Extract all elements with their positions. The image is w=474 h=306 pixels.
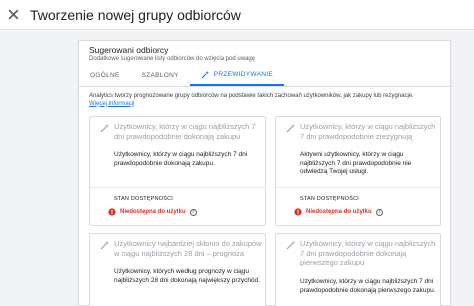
info-text: Analytics tworzy prognozowane grupy odbi… <box>79 87 450 108</box>
divider <box>276 187 440 188</box>
audience-card-top-spenders[interactable]: Użytkownicy najbardziej skłonni do zakup… <box>89 233 266 306</box>
card-title: Użytkownicy, którzy w ciągu najbliższych… <box>300 122 436 141</box>
info-description: Analytics tworzy prognozowane grupy odbi… <box>89 93 414 99</box>
tab-general[interactable]: OGÓLNE <box>79 65 131 86</box>
availability-label: STAN DOSTĘPNOŚCI <box>300 196 360 202</box>
suggested-audiences-panel: Sugerowani odbiorcy Dodatkowe sugerowane… <box>78 40 451 306</box>
header-bar: Tworzenie nowej grupy odbiorców <box>0 0 474 30</box>
card-description: Użytkownicy, którzy w ciągu najbliższych… <box>300 278 436 294</box>
availability-status: Niedostępna do użytku ? <box>108 208 197 216</box>
magic-wand-icon <box>286 241 295 250</box>
panel-title: Sugerowani odbiorcy <box>89 45 169 55</box>
divider <box>90 187 265 188</box>
availability-status: Niedostępna do użytku ? <box>294 208 383 216</box>
tab-predictive[interactable]: PRZEWIDYWANIE <box>189 65 284 86</box>
card-title: Użytkownicy, którzy w ciągu najbliższych… <box>300 239 436 267</box>
card-title: Użytkownicy najbardziej skłonni do zakup… <box>114 239 262 258</box>
page-title: Tworzenie nowej grupy odbiorców <box>30 6 241 23</box>
audience-card-churn[interactable]: Użytkownicy, którzy w ciągu najbliższych… <box>275 116 441 226</box>
help-icon[interactable]: ? <box>375 208 383 216</box>
tab-label: OGÓLNE <box>90 72 120 79</box>
panel-subtitle: Dodatkowe sugerowane listy odbiorców do … <box>89 56 256 62</box>
help-icon[interactable]: ? <box>189 208 197 216</box>
magic-wand-icon <box>100 241 109 250</box>
error-icon <box>294 208 302 216</box>
tab-templates[interactable]: SZABLONY <box>131 65 190 86</box>
audience-card-first-purchasers[interactable]: Użytkownicy, którzy w ciągu najbliższych… <box>275 233 441 306</box>
close-icon <box>7 9 19 20</box>
learn-more-link[interactable]: Więcej informacji <box>89 101 134 107</box>
card-description: Użytkownicy, którzy w ciągu najbliższych… <box>114 151 248 167</box>
tab-label: SZABLONY <box>141 72 179 79</box>
magic-wand-icon <box>100 124 109 133</box>
card-description: Użytkownicy, których według prognozy w c… <box>114 268 260 284</box>
magic-wand-icon <box>286 124 295 133</box>
card-description: Aktywni użytkownicy, którzy w ciągu najb… <box>300 151 412 175</box>
status-text: Niedostępna do użytku <box>306 209 372 215</box>
magic-wand-icon <box>201 70 209 79</box>
tab-bar: OGÓLNE SZABLONY PRZEWIDYWANIE <box>79 65 450 87</box>
tab-label: PRZEWIDYWANIE <box>213 71 273 78</box>
audience-card-purchasers[interactable]: Użytkownicy, którzy w ciągu najbliższych… <box>89 116 266 226</box>
status-text: Niedostępna do użytku <box>120 209 186 215</box>
card-title: Użytkownicy, którzy w ciągu najbliższych… <box>114 122 256 141</box>
close-button[interactable] <box>2 4 24 26</box>
error-icon <box>108 208 116 216</box>
availability-label: STAN DOSTĘPNOŚCI <box>114 196 174 202</box>
